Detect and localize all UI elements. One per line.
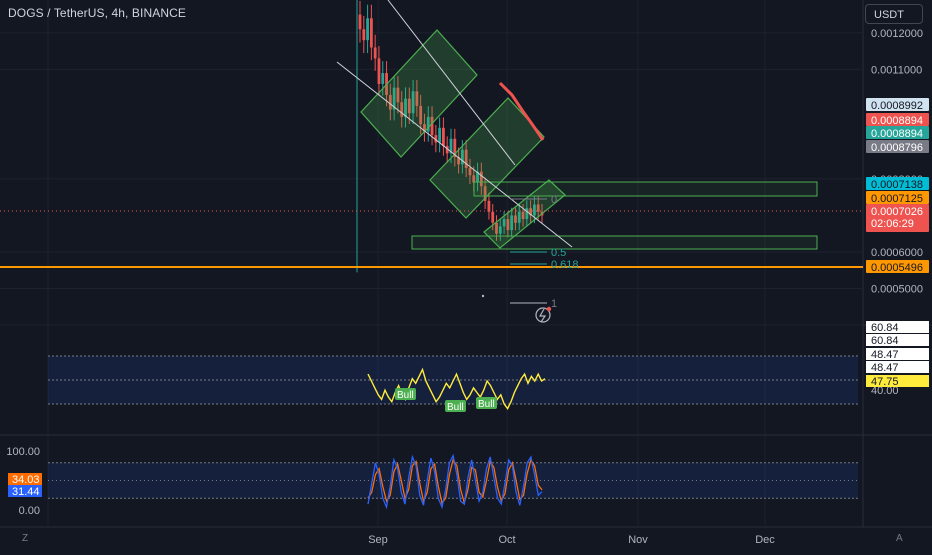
rsi-tick-label: 48.47: [871, 349, 899, 361]
candle-body: [358, 14, 362, 30]
time-tick-label: Nov: [628, 534, 648, 546]
resistance-zone: [473, 181, 818, 197]
price-badge-label: 0.0007138: [871, 179, 923, 191]
time-tick-label: Sep: [368, 534, 388, 546]
price-badge-label: 0.0008894: [871, 128, 923, 140]
price-tick-label: 0.0006000: [871, 247, 923, 259]
candle-body: [438, 127, 442, 143]
bull-label: Bull: [478, 399, 495, 410]
symbol-title: DOGS / TetherUS, 4h, BINANCE: [8, 6, 186, 20]
candle-body: [487, 200, 491, 212]
time-tick-label: Dec: [755, 534, 775, 546]
candle-body: [381, 73, 385, 84]
currency-button[interactable]: USDT: [865, 4, 923, 24]
time-tick-label: Oct: [498, 534, 515, 546]
price-badge-label: 0.0007125: [871, 193, 923, 205]
price-badge-label: 0.0008894: [871, 115, 923, 127]
stoch-tick-label: 0.00: [19, 505, 40, 517]
candle-body: [491, 211, 495, 223]
bull-label: Bull: [447, 402, 464, 413]
stoch-tick-label: 100.00: [6, 446, 40, 458]
fib-label: 0: [551, 194, 557, 206]
price-tick-label: 0.0012000: [871, 28, 923, 40]
chart-area[interactable]: 0.00120000.00110000.00080000.00060000.00…: [0, 0, 932, 550]
price-tick-label: 0.0011000: [871, 64, 922, 76]
fib-label: 0.618: [551, 259, 579, 271]
rsi-tick-label: 48.47: [871, 362, 899, 374]
price-badge-label: 0.0008796: [871, 142, 923, 154]
countdown-label: 02:06:29: [871, 218, 914, 230]
price-badge-label: 0.0008992: [871, 100, 923, 112]
stoch-badge-label: 31.44: [12, 486, 40, 498]
candle-body: [369, 18, 373, 48]
lightning-icon-bolt: [538, 308, 547, 323]
stoch-badge-label: 34.03: [12, 474, 40, 486]
rsi-tick-label: 60.84: [871, 335, 899, 347]
candle-body: [373, 47, 377, 59]
marker-dot: [481, 294, 485, 298]
candle-body: [362, 29, 366, 41]
auto-scale-left-button[interactable]: Z: [22, 533, 28, 544]
price-badge-label: 0.0007026: [871, 206, 923, 218]
fib-label: 0.5: [551, 247, 566, 259]
auto-scale-right-button[interactable]: A: [896, 533, 903, 544]
candle-body: [366, 18, 369, 41]
bull-label: Bull: [397, 390, 414, 401]
price-tick-label: 0.0005000: [871, 283, 923, 295]
rsi-current-label: 47.75: [871, 376, 899, 388]
support-zone: [411, 235, 818, 250]
candle-body: [442, 127, 445, 147]
price-badge-label: 0.0005496: [871, 262, 923, 274]
fib-label: 1: [551, 298, 557, 310]
notification-dot: [546, 306, 552, 312]
rsi-tick-label: 60.84: [871, 322, 899, 334]
candle-body: [377, 58, 381, 84]
chart-svg[interactable]: 0.00120000.00110000.00080000.00060000.00…: [0, 0, 932, 550]
